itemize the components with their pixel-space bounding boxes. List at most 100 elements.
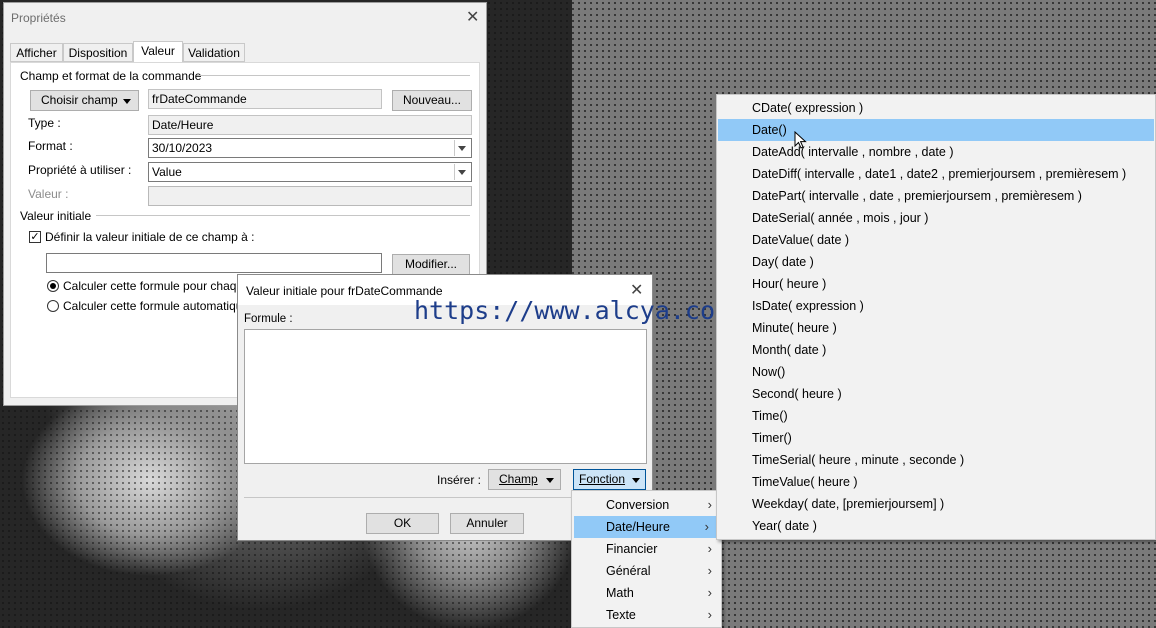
menu-item-time[interactable]: Time() (718, 405, 1154, 427)
chevron-right-icon: › (707, 563, 712, 578)
menu-item-datevalue[interactable]: DateValue( date ) (718, 229, 1154, 251)
menu-item-financier[interactable]: Financier › (573, 538, 720, 560)
format-select[interactable]: 30/10/2023 (148, 138, 472, 158)
tab-validation[interactable]: Validation (183, 43, 245, 62)
choose-field-button[interactable]: Choisir champ (30, 90, 139, 111)
menu-item-label: Now() (752, 365, 786, 379)
ok-button[interactable]: OK (366, 513, 439, 534)
menu-item-label: Date() (752, 123, 787, 137)
format-value: 30/10/2023 (152, 141, 213, 155)
insert-label: Insérer : (437, 473, 482, 487)
format-label: Format : (28, 139, 73, 153)
value-field (148, 186, 472, 206)
cancel-button[interactable]: Annuler (450, 513, 524, 534)
radio-each[interactable] (47, 280, 59, 292)
insert-field-label: Champ (499, 472, 538, 486)
menu-item-label: DatePart( intervalle , date , premierjou… (752, 189, 1082, 203)
chevron-right-icon: › (707, 585, 712, 600)
section-command-label: Champ et format de la commande (20, 69, 202, 83)
insert-function-label: Fonction (579, 472, 626, 486)
menu-item-month[interactable]: Month( date ) (718, 339, 1154, 361)
menu-item-label: Weekday( date, [premierjoursem] ) (752, 497, 945, 511)
radio-auto[interactable] (47, 300, 59, 312)
menu-item-conversion[interactable]: Conversion › (573, 494, 720, 516)
menu-item-minute[interactable]: Minute( heure ) (718, 317, 1154, 339)
menu-item-label: Second( heure ) (752, 387, 842, 401)
dropdown-arrow-icon (123, 99, 131, 104)
menu-item-timer[interactable]: Timer() (718, 427, 1154, 449)
dropdown-arrow-icon (546, 478, 554, 483)
menu-item-label: Time() (752, 409, 788, 423)
insert-function-button[interactable]: Fonction (573, 469, 646, 490)
menu-item-label: DateSerial( année , mois , jour ) (752, 211, 929, 225)
menu-item-cdate[interactable]: CDate( expression ) (718, 97, 1154, 119)
menu-item-math[interactable]: Math › (573, 582, 720, 604)
property-select[interactable]: Value (148, 162, 472, 182)
menu-item-dateadd[interactable]: DateAdd( intervalle , nombre , date ) (718, 141, 1154, 163)
define-initial-checkbox[interactable]: ✓ (29, 231, 41, 243)
menu-item-label: Financier (606, 542, 658, 556)
formula-label: Formule : (244, 313, 293, 325)
function-menu: CDate( expression ) Date() DateAdd( inte… (716, 94, 1156, 540)
section-initial-label: Valeur initiale (20, 209, 92, 223)
menu-item-general[interactable]: Général › (573, 560, 720, 582)
new-button[interactable]: Nouveau... (392, 90, 472, 111)
chevron-down-icon[interactable] (454, 164, 470, 180)
field-name-display: frDateCommande (148, 89, 382, 109)
insert-field-button[interactable]: Champ (488, 469, 561, 490)
menu-item-date[interactable]: Date() (718, 119, 1154, 141)
menu-item-label: Conversion (606, 498, 670, 512)
menu-item-date-heure[interactable]: Date/Heure › (574, 516, 717, 538)
menu-item-label: TimeSerial( heure , minute , seconde ) (752, 453, 965, 467)
menu-item-label: CDate( expression ) (752, 101, 864, 115)
close-icon[interactable]: ✕ (466, 7, 479, 27)
menu-item-weekday[interactable]: Weekday( date, [premierjoursem] ) (718, 493, 1154, 515)
menu-item-label: IsDate( expression ) (752, 299, 864, 313)
section-divider (96, 215, 470, 216)
menu-item-label: DateValue( date ) (752, 233, 850, 247)
mouse-cursor-icon (794, 131, 807, 149)
menu-item-isdate[interactable]: IsDate( expression ) (718, 295, 1154, 317)
menu-item-label: Général (606, 564, 651, 578)
tab-valeur[interactable]: Valeur (133, 41, 183, 63)
properties-dialog-title: Propriétés (11, 11, 66, 25)
radio-auto-label: Calculer cette formule automatiqu (63, 299, 243, 313)
choose-field-label: Choisir champ (41, 93, 118, 107)
menu-item-label: TimeValue( heure ) (752, 475, 858, 489)
property-value: Value (152, 165, 182, 179)
chevron-right-icon: › (707, 607, 712, 622)
menu-item-label: Minute( heure ) (752, 321, 837, 335)
formula-textarea[interactable] (244, 329, 647, 464)
menu-item-dateserial[interactable]: DateSerial( année , mois , jour ) (718, 207, 1154, 229)
initial-value-input[interactable] (46, 253, 382, 273)
tab-disposition[interactable]: Disposition (63, 43, 133, 62)
menu-item-day[interactable]: Day( date ) (718, 251, 1154, 273)
menu-item-label: Month( date ) (752, 343, 827, 357)
menu-item-label: Day( date ) (752, 255, 814, 269)
menu-item-now[interactable]: Now() (718, 361, 1154, 383)
menu-item-hour[interactable]: Hour( heure ) (718, 273, 1154, 295)
section-divider (197, 75, 470, 76)
radio-each-label: Calculer cette formule pour chaqu (63, 279, 244, 293)
property-label: Propriété à utiliser : (28, 163, 132, 177)
menu-item-texte[interactable]: Texte › (573, 604, 720, 626)
tab-afficher[interactable]: Afficher (10, 43, 63, 62)
menu-item-label: Texte (606, 608, 636, 622)
chevron-right-icon: › (707, 497, 712, 512)
modify-button[interactable]: Modifier... (392, 254, 470, 275)
value-label: Valeur : (28, 187, 69, 201)
menu-item-label: Math (606, 586, 634, 600)
menu-item-label: Date/Heure (606, 520, 670, 534)
dropdown-arrow-icon (632, 478, 640, 483)
menu-item-timevalue[interactable]: TimeValue( heure ) (718, 471, 1154, 493)
menu-item-label: Year( date ) (752, 519, 817, 533)
menu-item-timeserial[interactable]: TimeSerial( heure , minute , seconde ) (718, 449, 1154, 471)
menu-item-second[interactable]: Second( heure ) (718, 383, 1154, 405)
menu-item-label: DateDiff( intervalle , date1 , date2 , p… (752, 167, 1127, 181)
type-label: Type : (28, 116, 61, 130)
chevron-down-icon[interactable] (454, 140, 470, 156)
function-category-menu: Conversion › Date/Heure › Financier › Gé… (571, 490, 722, 628)
menu-item-year[interactable]: Year( date ) (718, 515, 1154, 537)
menu-item-datediff[interactable]: DateDiff( intervalle , date1 , date2 , p… (718, 163, 1154, 185)
menu-item-datepart[interactable]: DatePart( intervalle , date , premierjou… (718, 185, 1154, 207)
